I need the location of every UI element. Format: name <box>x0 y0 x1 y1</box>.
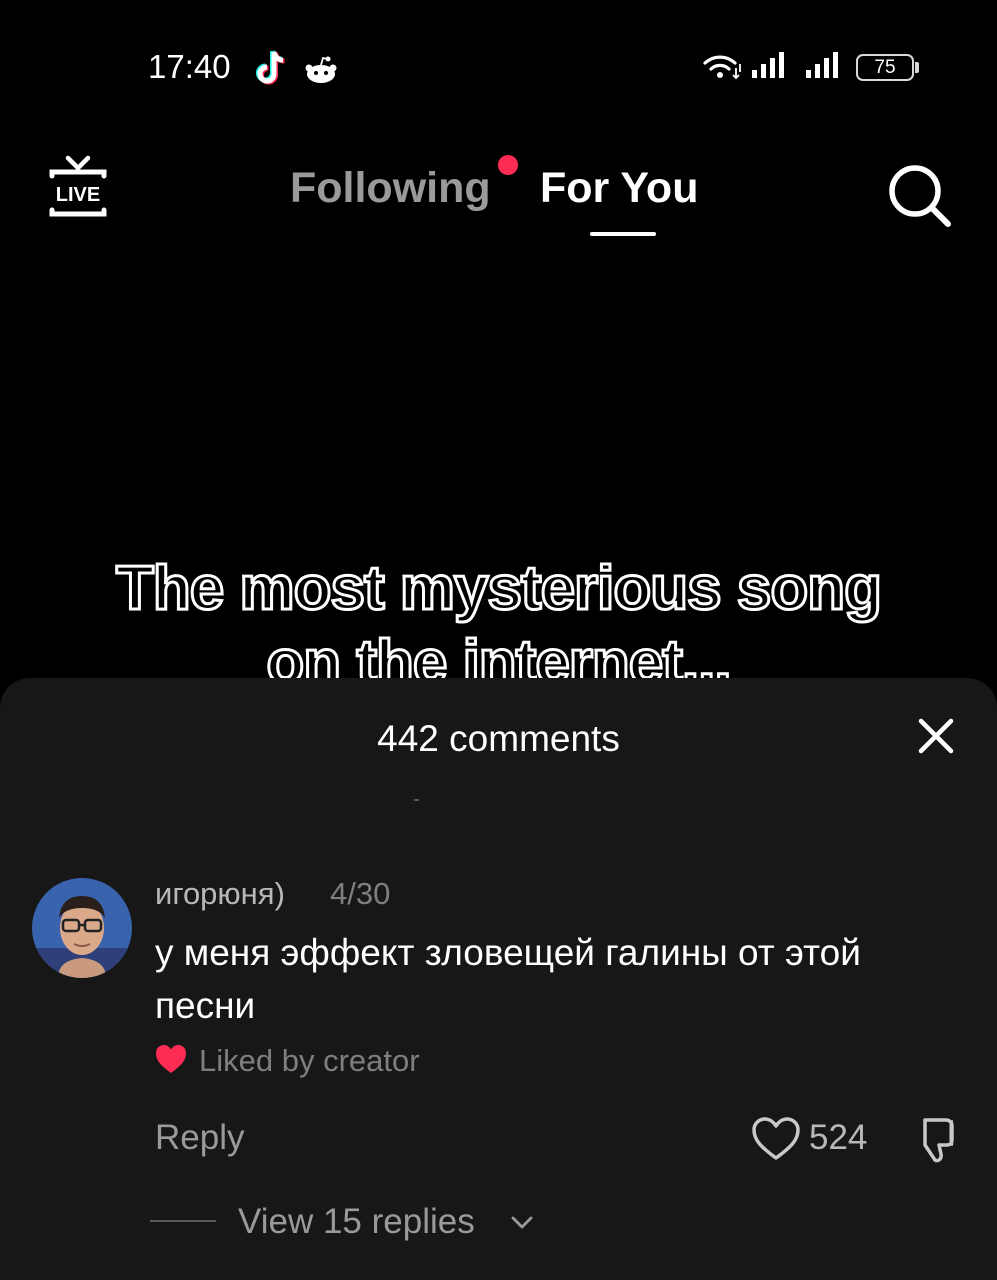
dislike-icon[interactable] <box>910 1114 962 1166</box>
chevron-down-icon[interactable] <box>508 1208 536 1236</box>
like-count: 524 <box>809 1118 868 1157</box>
wifi-icon <box>703 55 741 80</box>
battery-icon: 75 <box>856 54 914 81</box>
live-icon[interactable]: LIVE <box>44 154 112 226</box>
notification-dot <box>498 155 518 175</box>
tab-following[interactable]: Following <box>290 164 491 213</box>
signal-icon <box>752 52 784 78</box>
comment-text: у меня эффект зловещей галины от этой пе… <box>155 932 861 1026</box>
reddit-icon <box>305 56 337 83</box>
reply-button[interactable]: Reply <box>155 1118 244 1158</box>
replies-divider <box>150 1220 216 1222</box>
tiktok-icon <box>256 50 285 85</box>
tab-for-you[interactable]: For You <box>540 164 698 213</box>
comment-count: 442 comments <box>377 718 620 759</box>
divider <box>414 799 419 801</box>
comment-date: 4/30 <box>330 876 391 911</box>
active-tab-indicator <box>590 232 656 236</box>
status-time: 17:40 <box>148 48 231 85</box>
status-bar: 17:40 75 <box>0 0 997 120</box>
like-heart-icon[interactable] <box>751 1116 801 1162</box>
signal-icon <box>806 52 838 78</box>
battery-level: 75 <box>874 57 896 78</box>
search-icon[interactable] <box>884 160 954 230</box>
close-icon[interactable] <box>910 710 962 762</box>
battery-cap <box>915 62 919 73</box>
svg-text:LIVE: LIVE <box>56 184 100 206</box>
liked-by-creator: Liked by creator <box>199 1043 420 1078</box>
video-caption-line: The most mysterious song <box>115 553 884 625</box>
heart-icon <box>156 1045 186 1073</box>
comments-sheet: 442 comments игорюня) 4/30 у меня эффект… <box>0 678 997 1280</box>
comment-username[interactable]: игорюня) <box>155 876 285 912</box>
avatar[interactable] <box>32 878 132 978</box>
view-replies-button[interactable]: View 15 replies <box>238 1202 475 1242</box>
